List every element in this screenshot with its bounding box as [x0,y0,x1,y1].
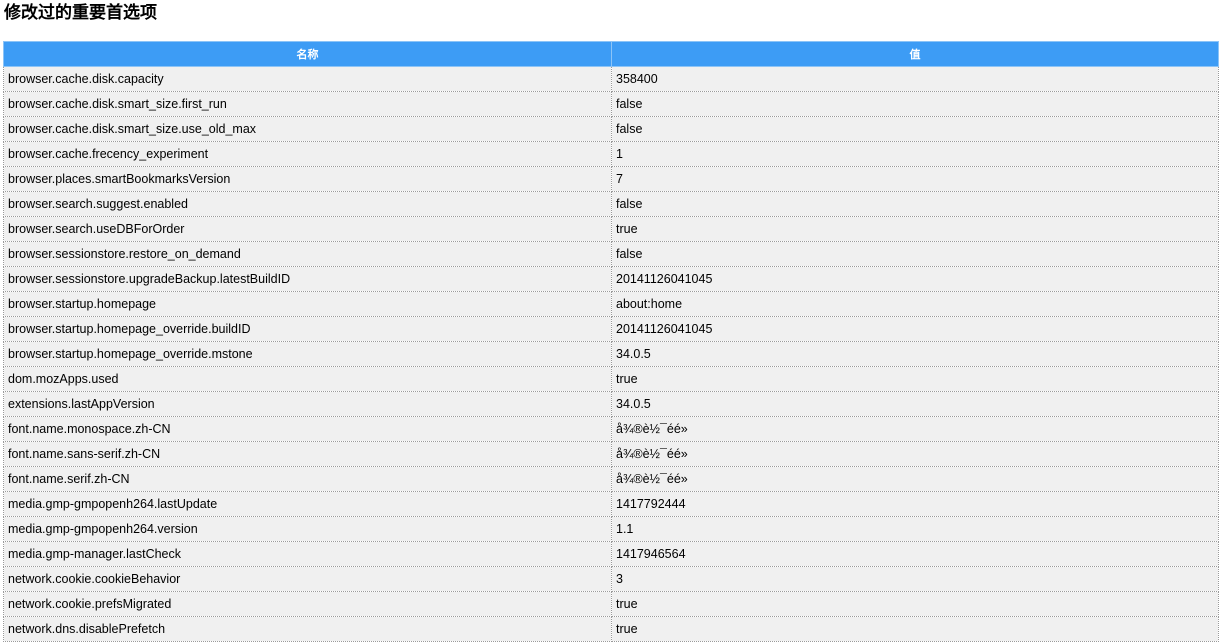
pref-value-cell: 1 [611,141,1219,167]
pref-value-cell: false [611,116,1219,142]
column-header-name: 名称 [3,41,612,67]
pref-value-cell: 34.0.5 [611,391,1219,417]
pref-name-cell: network.cookie.prefsMigrated [3,591,612,617]
pref-name-cell: browser.search.suggest.enabled [3,191,612,217]
pref-name-cell: browser.search.useDBForOrder [3,216,612,242]
pref-name-cell: media.gmp-manager.lastCheck [3,541,612,567]
table-row: font.name.sans-serif.zh-CN å¾®è½¯éé» [3,441,1219,467]
table-row: browser.cache.frecency_experiment 1 [3,141,1219,167]
table-header-row: 名称 值 [3,41,1219,67]
pref-name-cell: browser.sessionstore.upgradeBackup.lates… [3,266,612,292]
table-row: dom.mozApps.used true [3,366,1219,392]
table-row: network.cookie.prefsMigrated true [3,591,1219,617]
table-row: browser.sessionstore.restore_on_demand fa… [3,241,1219,267]
table-row: media.gmp-gmpopenh264.version 1.1 [3,516,1219,542]
pref-name-cell: browser.cache.disk.capacity [3,66,612,92]
pref-name-cell: browser.startup.homepage_override.buildI… [3,316,612,342]
pref-name-cell: browser.startup.homepage [3,291,612,317]
pref-value-cell: 1.1 [611,516,1219,542]
table-row: font.name.monospace.zh-CN å¾®è½¯éé» [3,416,1219,442]
table-row: browser.startup.homepage_override.buildI… [3,316,1219,342]
pref-value-cell: false [611,241,1219,267]
pref-value-cell: å¾®è½¯éé» [611,441,1219,467]
table-row: browser.cache.disk.smart_size.use_old_ma… [3,116,1219,142]
pref-name-cell: browser.cache.disk.smart_size.use_old_ma… [3,116,612,142]
pref-value-cell: 3 [611,566,1219,592]
pref-value-cell: true [611,216,1219,242]
pref-value-cell: 34.0.5 [611,341,1219,367]
pref-value-cell: about:home [611,291,1219,317]
pref-name-cell: font.name.monospace.zh-CN [3,416,612,442]
table-row: font.name.serif.zh-CN å¾®è½¯éé» [3,466,1219,492]
pref-value-cell: å¾®è½¯éé» [611,416,1219,442]
page-title: 修改过的重要首选项 [4,3,157,23]
pref-value-cell: 1417792444 [611,491,1219,517]
pref-value-cell: 20141126041045 [611,316,1219,342]
pref-name-cell: font.name.serif.zh-CN [3,466,612,492]
table-row: browser.search.suggest.enabled false [3,191,1219,217]
table-body: browser.cache.disk.capacity 358400 browser… [3,66,1219,642]
pref-name-cell: font.name.sans-serif.zh-CN [3,441,612,467]
pref-name-cell: extensions.lastAppVersion [3,391,612,417]
pref-name-cell: media.gmp-gmpopenh264.version [3,516,612,542]
pref-value-cell: 1417946564 [611,541,1219,567]
pref-name-cell: network.cookie.cookieBehavior [3,566,612,592]
pref-name-cell: browser.cache.frecency_experiment [3,141,612,167]
pref-value-cell: 7 [611,166,1219,192]
pref-value-cell: false [611,91,1219,117]
pref-value-cell: true [611,591,1219,617]
pref-name-cell: browser.places.smartBookmarksVersion [3,166,612,192]
table-row: browser.search.useDBForOrder true [3,216,1219,242]
pref-name-cell: dom.mozApps.used [3,366,612,392]
table-row: browser.startup.homepage_override.mstone… [3,341,1219,367]
table-row: browser.sessionstore.upgradeBackup.lates… [3,266,1219,292]
pref-name-cell: browser.sessionstore.restore_on_demand [3,241,612,267]
pref-value-cell: 20141126041045 [611,266,1219,292]
table-row: media.gmp-gmpopenh264.lastUpdate 14177924… [3,491,1219,517]
pref-name-cell: media.gmp-gmpopenh264.lastUpdate [3,491,612,517]
table-row: browser.cache.disk.smart_size.first_run f… [3,91,1219,117]
table-row: extensions.lastAppVersion 34.0.5 [3,391,1219,417]
preferences-table: 名称 值 browser.cache.disk.capacity 358400 br… [3,41,1219,642]
pref-name-cell: browser.cache.disk.smart_size.first_run [3,91,612,117]
pref-value-cell: å¾®è½¯éé» [611,466,1219,492]
pref-value-cell: false [611,191,1219,217]
column-header-value: 值 [611,41,1219,67]
table-row: browser.places.smartBookmarksVersion 7 [3,166,1219,192]
table-row: browser.startup.homepage about:home [3,291,1219,317]
table-row: network.cookie.cookieBehavior 3 [3,566,1219,592]
pref-value-cell: true [611,366,1219,392]
table-row: browser.cache.disk.capacity 358400 [3,66,1219,92]
table-row: media.gmp-manager.lastCheck 1417946564 [3,541,1219,567]
pref-name-cell: browser.startup.homepage_override.mstone [3,341,612,367]
pref-value-cell: 358400 [611,66,1219,92]
